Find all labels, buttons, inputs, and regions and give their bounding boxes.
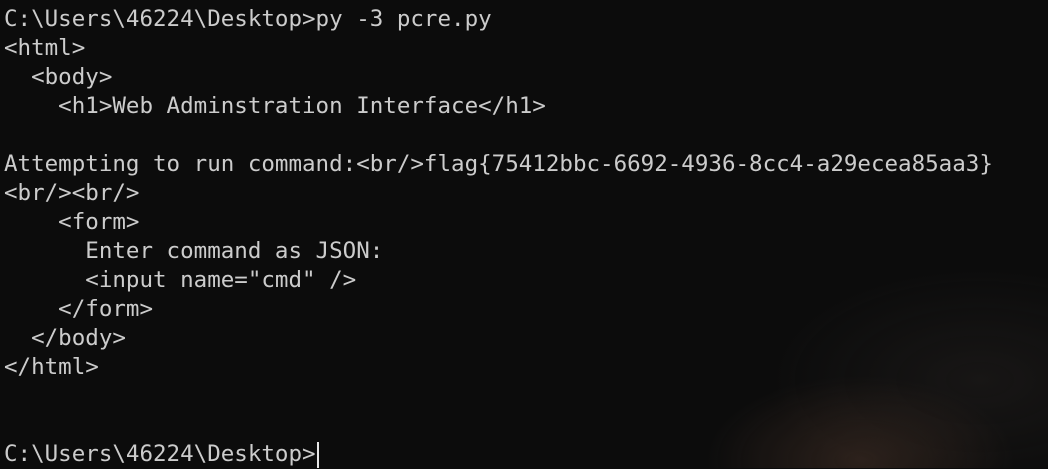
- terminal-line-command: C:\Users\46224\Desktop>py -3 pcre.py: [4, 6, 492, 32]
- terminal-line-output: Enter command as JSON:: [4, 238, 384, 264]
- terminal-line-output: </html>: [4, 354, 99, 380]
- terminal-line-output: <br/><br/>: [4, 180, 140, 206]
- terminal-line-output: <body>: [4, 64, 113, 90]
- terminal-prompt: C:\Users\46224\Desktop>: [4, 441, 316, 467]
- terminal-line-output: </body>: [4, 325, 126, 351]
- terminal-line-output: <h1>Web Adminstration Interface</h1>: [4, 93, 546, 119]
- terminal-line-output: <form>: [4, 209, 140, 235]
- terminal-line-output: </form>: [4, 296, 154, 322]
- text-cursor: [316, 441, 319, 468]
- terminal-window[interactable]: C:\Users\46224\Desktop>py -3 pcre.py <ht…: [0, 0, 1048, 468]
- terminal-line-output: <html>: [4, 35, 86, 61]
- terminal-line-flag-output: Attempting to run command:<br/>flag{7541…: [4, 151, 993, 177]
- terminal-line-output: <input name="cmd" />: [4, 267, 357, 293]
- terminal-prompt-line[interactable]: C:\Users\46224\Desktop>: [4, 440, 1048, 469]
